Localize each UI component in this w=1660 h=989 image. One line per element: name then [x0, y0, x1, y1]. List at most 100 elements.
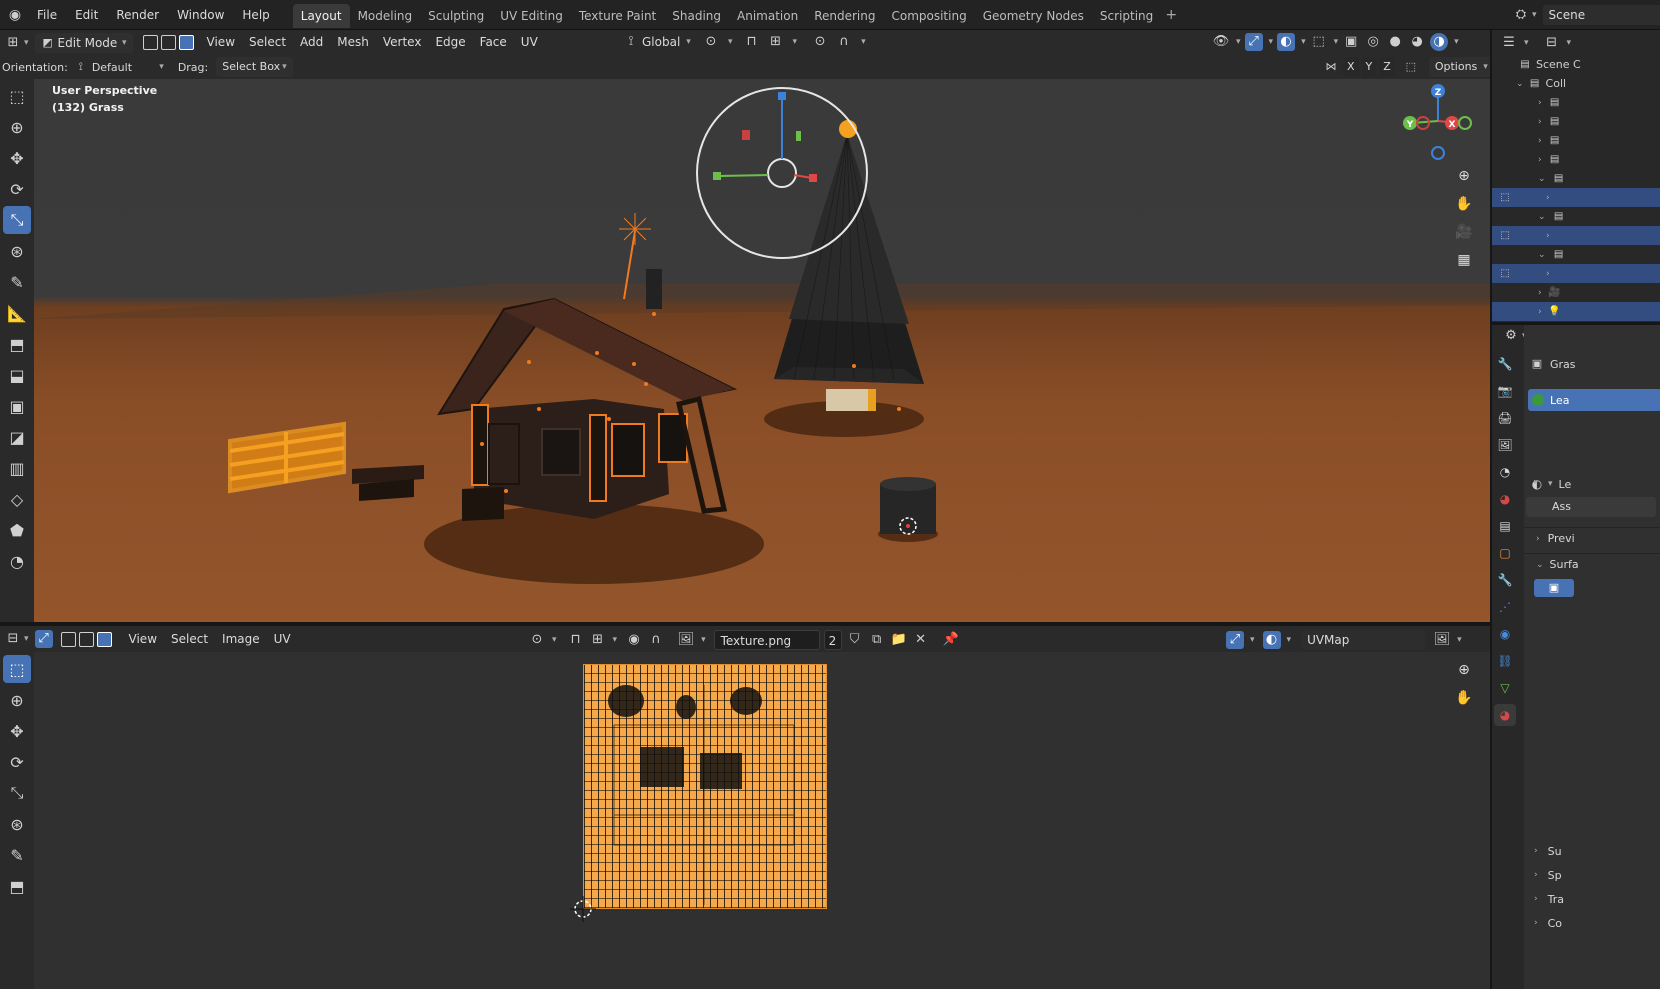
material-slot-selected[interactable]: Lea: [1528, 389, 1660, 411]
uv-pivot-icon[interactable]: ⊙: [528, 631, 546, 649]
tab-modeling[interactable]: Modeling: [350, 4, 421, 28]
uv-map-field[interactable]: UVMap: [1301, 630, 1426, 650]
vp-menu-select[interactable]: Select: [242, 30, 293, 55]
mode-selector[interactable]: ◩ Edit Mode ▾: [34, 32, 133, 53]
uv-grab-tool[interactable]: ⬒: [3, 872, 31, 900]
ortho-grid-icon[interactable]: ▦: [1452, 248, 1476, 272]
outliner-item-selected[interactable]: ⬚ ›: [1492, 264, 1660, 283]
uv-gizmo-icon[interactable]: ⤢: [1226, 631, 1244, 649]
outliner-item-selected[interactable]: ⬚ ›: [1492, 226, 1660, 245]
tab-sculpting[interactable]: Sculpting: [420, 4, 492, 28]
scale-tool[interactable]: ⤡: [3, 206, 31, 234]
inset-tool[interactable]: ▣: [3, 392, 31, 420]
visibility-icon[interactable]: 👁: [1212, 33, 1230, 51]
outliner-item-selected[interactable]: › 💡: [1492, 302, 1660, 321]
tab-rendering[interactable]: Rendering: [806, 4, 883, 28]
outliner-item-selected[interactable]: ⬚ ›: [1492, 188, 1660, 207]
poly-build-tool[interactable]: ⬟: [3, 516, 31, 544]
unlink-image-icon[interactable]: ✕: [912, 631, 930, 649]
uv-select-tool[interactable]: ⬚: [3, 655, 31, 683]
collection-tab-icon[interactable]: ▤: [1494, 515, 1516, 537]
outliner-filter-icon[interactable]: ⊟: [1543, 34, 1561, 52]
knife-tool[interactable]: ◇: [3, 485, 31, 513]
mirror-z-toggle[interactable]: Z: [1379, 57, 1395, 77]
image-users-count[interactable]: 2: [823, 630, 842, 650]
3d-viewport[interactable]: User Perspective (132) Grass Z Y X ⊕ ✋ 🎥…: [34, 79, 1490, 622]
loop-cut-tool[interactable]: ▥: [3, 454, 31, 482]
tab-shading[interactable]: Shading: [664, 4, 729, 28]
drag-dropdown[interactable]: Select Box ▾: [216, 57, 293, 77]
world-tab-icon[interactable]: ◕: [1494, 488, 1516, 510]
measure-tool[interactable]: 📐: [3, 299, 31, 327]
subpanel-item[interactable]: › Su: [1532, 839, 1564, 863]
pin-icon[interactable]: 📌: [942, 631, 960, 649]
vp-menu-mesh[interactable]: Mesh: [330, 30, 376, 55]
properties-editor-icon[interactable]: ⚙: [1502, 327, 1520, 345]
move-tool[interactable]: ✥: [3, 144, 31, 172]
gizmo-toggle-icon[interactable]: ⤢: [1244, 33, 1263, 51]
solid-shading-icon[interactable]: ●: [1386, 33, 1404, 51]
output-tab-icon[interactable]: 🖨: [1494, 407, 1516, 429]
tool-tab-icon[interactable]: 🔧: [1494, 353, 1516, 375]
image-browse-icon[interactable]: 🖼: [677, 631, 695, 649]
spin-tool[interactable]: ◔: [3, 547, 31, 575]
outliner-item[interactable]: › ▤: [1492, 150, 1660, 169]
uv-cursor-tool[interactable]: ⊕: [3, 686, 31, 714]
options-dropdown[interactable]: Options ▾: [1428, 57, 1494, 77]
orientation-dropdown[interactable]: ⟟ Default ▾: [74, 58, 164, 76]
blender-logo-icon[interactable]: ◉: [6, 6, 24, 24]
uv-edge-select-icon[interactable]: [78, 631, 94, 647]
uv-scale-tool[interactable]: ⤡: [3, 779, 31, 807]
vp-menu-edge[interactable]: Edge: [428, 30, 472, 55]
mirror-x-toggle[interactable]: X: [1343, 57, 1359, 77]
extrude-tool[interactable]: ⬓: [3, 361, 31, 389]
uv-proportional-icon[interactable]: ◉: [625, 631, 643, 649]
surface-shader-button[interactable]: ▣: [1534, 579, 1574, 597]
tab-texture-paint[interactable]: Texture Paint: [571, 4, 664, 28]
material-field[interactable]: Le: [1559, 478, 1572, 491]
outliner-collection-row[interactable]: ⌄ ▤ Coll: [1492, 74, 1660, 93]
mirror-y-toggle[interactable]: Y: [1361, 57, 1377, 77]
outliner-item[interactable]: › ▤: [1492, 112, 1660, 131]
uv-menu-view[interactable]: View: [122, 626, 164, 652]
uv-pan-hand-icon[interactable]: ✋: [1452, 686, 1476, 710]
outliner-editor-icon[interactable]: ☰: [1500, 34, 1518, 52]
uv-sync-selection-icon[interactable]: ⤢: [34, 630, 53, 648]
navigation-gizmo[interactable]: Z Y X: [1398, 83, 1472, 163]
outliner-item[interactable]: ⌄ ▤: [1492, 245, 1660, 264]
tab-uv-editing[interactable]: UV Editing: [492, 4, 571, 28]
vp-menu-vertex[interactable]: Vertex: [376, 30, 429, 55]
tab-scripting[interactable]: Scripting: [1092, 4, 1161, 28]
material-shading-icon[interactable]: ◕: [1408, 33, 1426, 51]
fake-user-shield-icon[interactable]: ⛉: [846, 631, 864, 649]
outliner-item[interactable]: › 🎥: [1492, 283, 1660, 302]
slot-list-expand-icon[interactable]: ▸: [1534, 477, 1538, 486]
new-image-icon[interactable]: ⧉: [868, 631, 886, 649]
mirror-icon[interactable]: ⋈: [1322, 58, 1340, 76]
annotate-tool[interactable]: ✎: [3, 268, 31, 296]
physics-tab-icon[interactable]: ◉: [1494, 623, 1516, 645]
uv-rotate-tool[interactable]: ⟳: [3, 748, 31, 776]
proportional-edit-icon[interactable]: ⊙: [811, 33, 829, 51]
outliner-item[interactable]: › ▤: [1492, 131, 1660, 150]
view-layer-tab-icon[interactable]: 🖼: [1494, 434, 1516, 456]
subpanel-item[interactable]: › Co: [1532, 911, 1564, 935]
outliner-item[interactable]: ⌄ ▤: [1492, 169, 1660, 188]
outliner-item[interactable]: › ▤: [1492, 93, 1660, 112]
menu-render[interactable]: Render: [107, 0, 168, 30]
open-image-folder-icon[interactable]: 📁: [890, 631, 908, 649]
menu-window[interactable]: Window: [168, 0, 233, 30]
subpanel-item[interactable]: › Tra: [1532, 887, 1564, 911]
tab-animation[interactable]: Animation: [729, 4, 806, 28]
overlay-toggle-icon[interactable]: ◐: [1277, 33, 1296, 51]
vp-menu-view[interactable]: View: [200, 30, 242, 55]
uv-menu-select[interactable]: Select: [164, 626, 215, 652]
menu-edit[interactable]: Edit: [66, 0, 107, 30]
uv-menu-image[interactable]: Image: [215, 626, 267, 652]
zoom-icon[interactable]: ⊕: [1452, 164, 1476, 188]
uv-face-select-icon[interactable]: [96, 631, 112, 647]
vp-menu-add[interactable]: Add: [293, 30, 330, 55]
scene-name-field[interactable]: Scene: [1542, 5, 1660, 25]
edge-select-icon[interactable]: [160, 35, 176, 50]
menu-file[interactable]: File: [28, 0, 66, 30]
